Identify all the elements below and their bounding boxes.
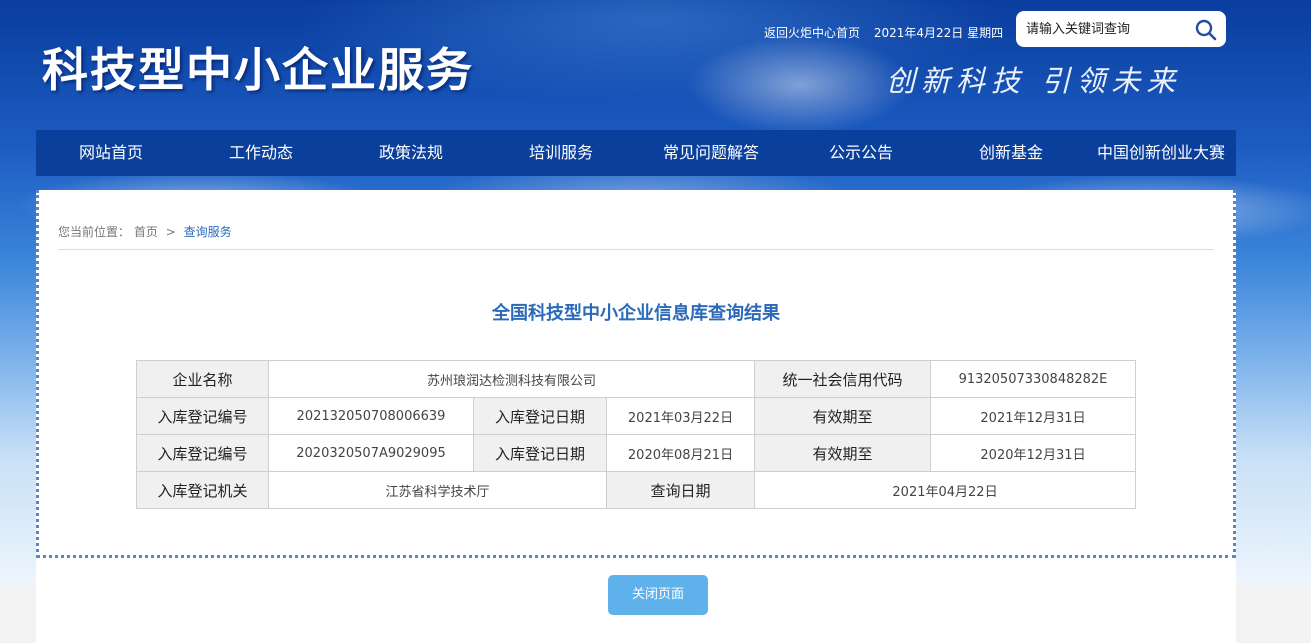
table-row: 企业名称 苏州琅润达检测科技有限公司 统一社会信用代码 913205073308…	[136, 360, 1136, 398]
close-page-button[interactable]: 关闭页面	[608, 575, 708, 615]
site-title: 科技型中小企业服务	[42, 43, 474, 97]
result-table: 企业名称 苏州琅润达检测科技有限公司 统一社会信用代码 913205073308…	[136, 360, 1136, 509]
content-panel: 您当前位置： 首页 > 查询服务 全国科技型中小企业信息库查询结果 企业名称 苏…	[36, 190, 1236, 643]
breadcrumb-divider	[58, 249, 1214, 250]
breadcrumb: 您当前位置： 首页 > 查询服务	[58, 223, 232, 240]
label-query-date: 查询日期	[606, 471, 755, 509]
label-reg-no: 入库登记编号	[136, 397, 269, 435]
nav-item-work-news[interactable]: 工作动态	[186, 130, 336, 176]
current-date: 2021年4月22日 星期四	[873, 26, 1004, 40]
company-name-value: 苏州琅润达检测科技有限公司	[268, 360, 755, 398]
top-links: 返回火炬中心首页 2021年4月22日 星期四	[764, 24, 1003, 41]
breadcrumb-separator: >	[165, 225, 176, 239]
valid-until-value: 2020年12月31日	[930, 434, 1136, 472]
nav-item-home[interactable]: 网站首页	[36, 130, 186, 176]
nav-item-announcements[interactable]: 公示公告	[786, 130, 936, 176]
credit-code-value: 91320507330848282E	[930, 360, 1136, 398]
reg-authority-value: 江苏省科学技术厅	[268, 471, 607, 509]
label-reg-date: 入库登记日期	[473, 434, 607, 472]
reg-date-value: 2021年03月22日	[606, 397, 755, 435]
breadcrumb-prefix: 您当前位置：	[58, 225, 131, 239]
home-link[interactable]: 返回火炬中心首页	[764, 26, 860, 40]
label-valid-until: 有效期至	[754, 397, 931, 435]
breadcrumb-current[interactable]: 查询服务	[184, 225, 232, 239]
breadcrumb-home[interactable]: 首页	[134, 225, 158, 239]
result-title: 全国科技型中小企业信息库查询结果	[492, 303, 780, 324]
main-nav: 网站首页 工作动态 政策法规 培训服务 常见问题解答 公示公告 创新基金 中国创…	[36, 130, 1236, 176]
nav-item-training[interactable]: 培训服务	[486, 130, 636, 176]
nav-item-innovation-fund[interactable]: 创新基金	[936, 130, 1086, 176]
valid-until-value: 2021年12月31日	[930, 397, 1136, 435]
label-valid-until: 有效期至	[754, 434, 931, 472]
search-input[interactable]	[1026, 20, 1186, 38]
table-row: 入库登记机关 江苏省科学技术厅 查询日期 2021年04月22日	[136, 471, 1136, 509]
nav-item-policies[interactable]: 政策法规	[336, 130, 486, 176]
label-credit-code: 统一社会信用代码	[754, 360, 931, 398]
query-date-value: 2021年04月22日	[754, 471, 1136, 509]
search-box	[1016, 11, 1226, 47]
reg-date-value: 2020年08月21日	[606, 434, 755, 472]
table-row: 入库登记编号 202132050708006639 入库登记日期 2021年03…	[136, 397, 1136, 435]
reg-no-value: 2020320507A9029095	[268, 434, 474, 472]
nav-item-innovation-contest[interactable]: 中国创新创业大赛	[1086, 130, 1236, 176]
label-reg-no: 入库登记编号	[136, 434, 269, 472]
label-reg-authority: 入库登记机关	[136, 471, 269, 509]
search-icon[interactable]	[1194, 18, 1218, 42]
slogan: 创新科技 引领未来	[886, 64, 1182, 98]
table-row: 入库登记编号 2020320507A9029095 入库登记日期 2020年08…	[136, 434, 1136, 472]
label-reg-date: 入库登记日期	[473, 397, 607, 435]
nav-item-faq[interactable]: 常见问题解答	[636, 130, 786, 176]
label-company-name: 企业名称	[136, 360, 269, 398]
reg-no-value: 202132050708006639	[268, 397, 474, 435]
